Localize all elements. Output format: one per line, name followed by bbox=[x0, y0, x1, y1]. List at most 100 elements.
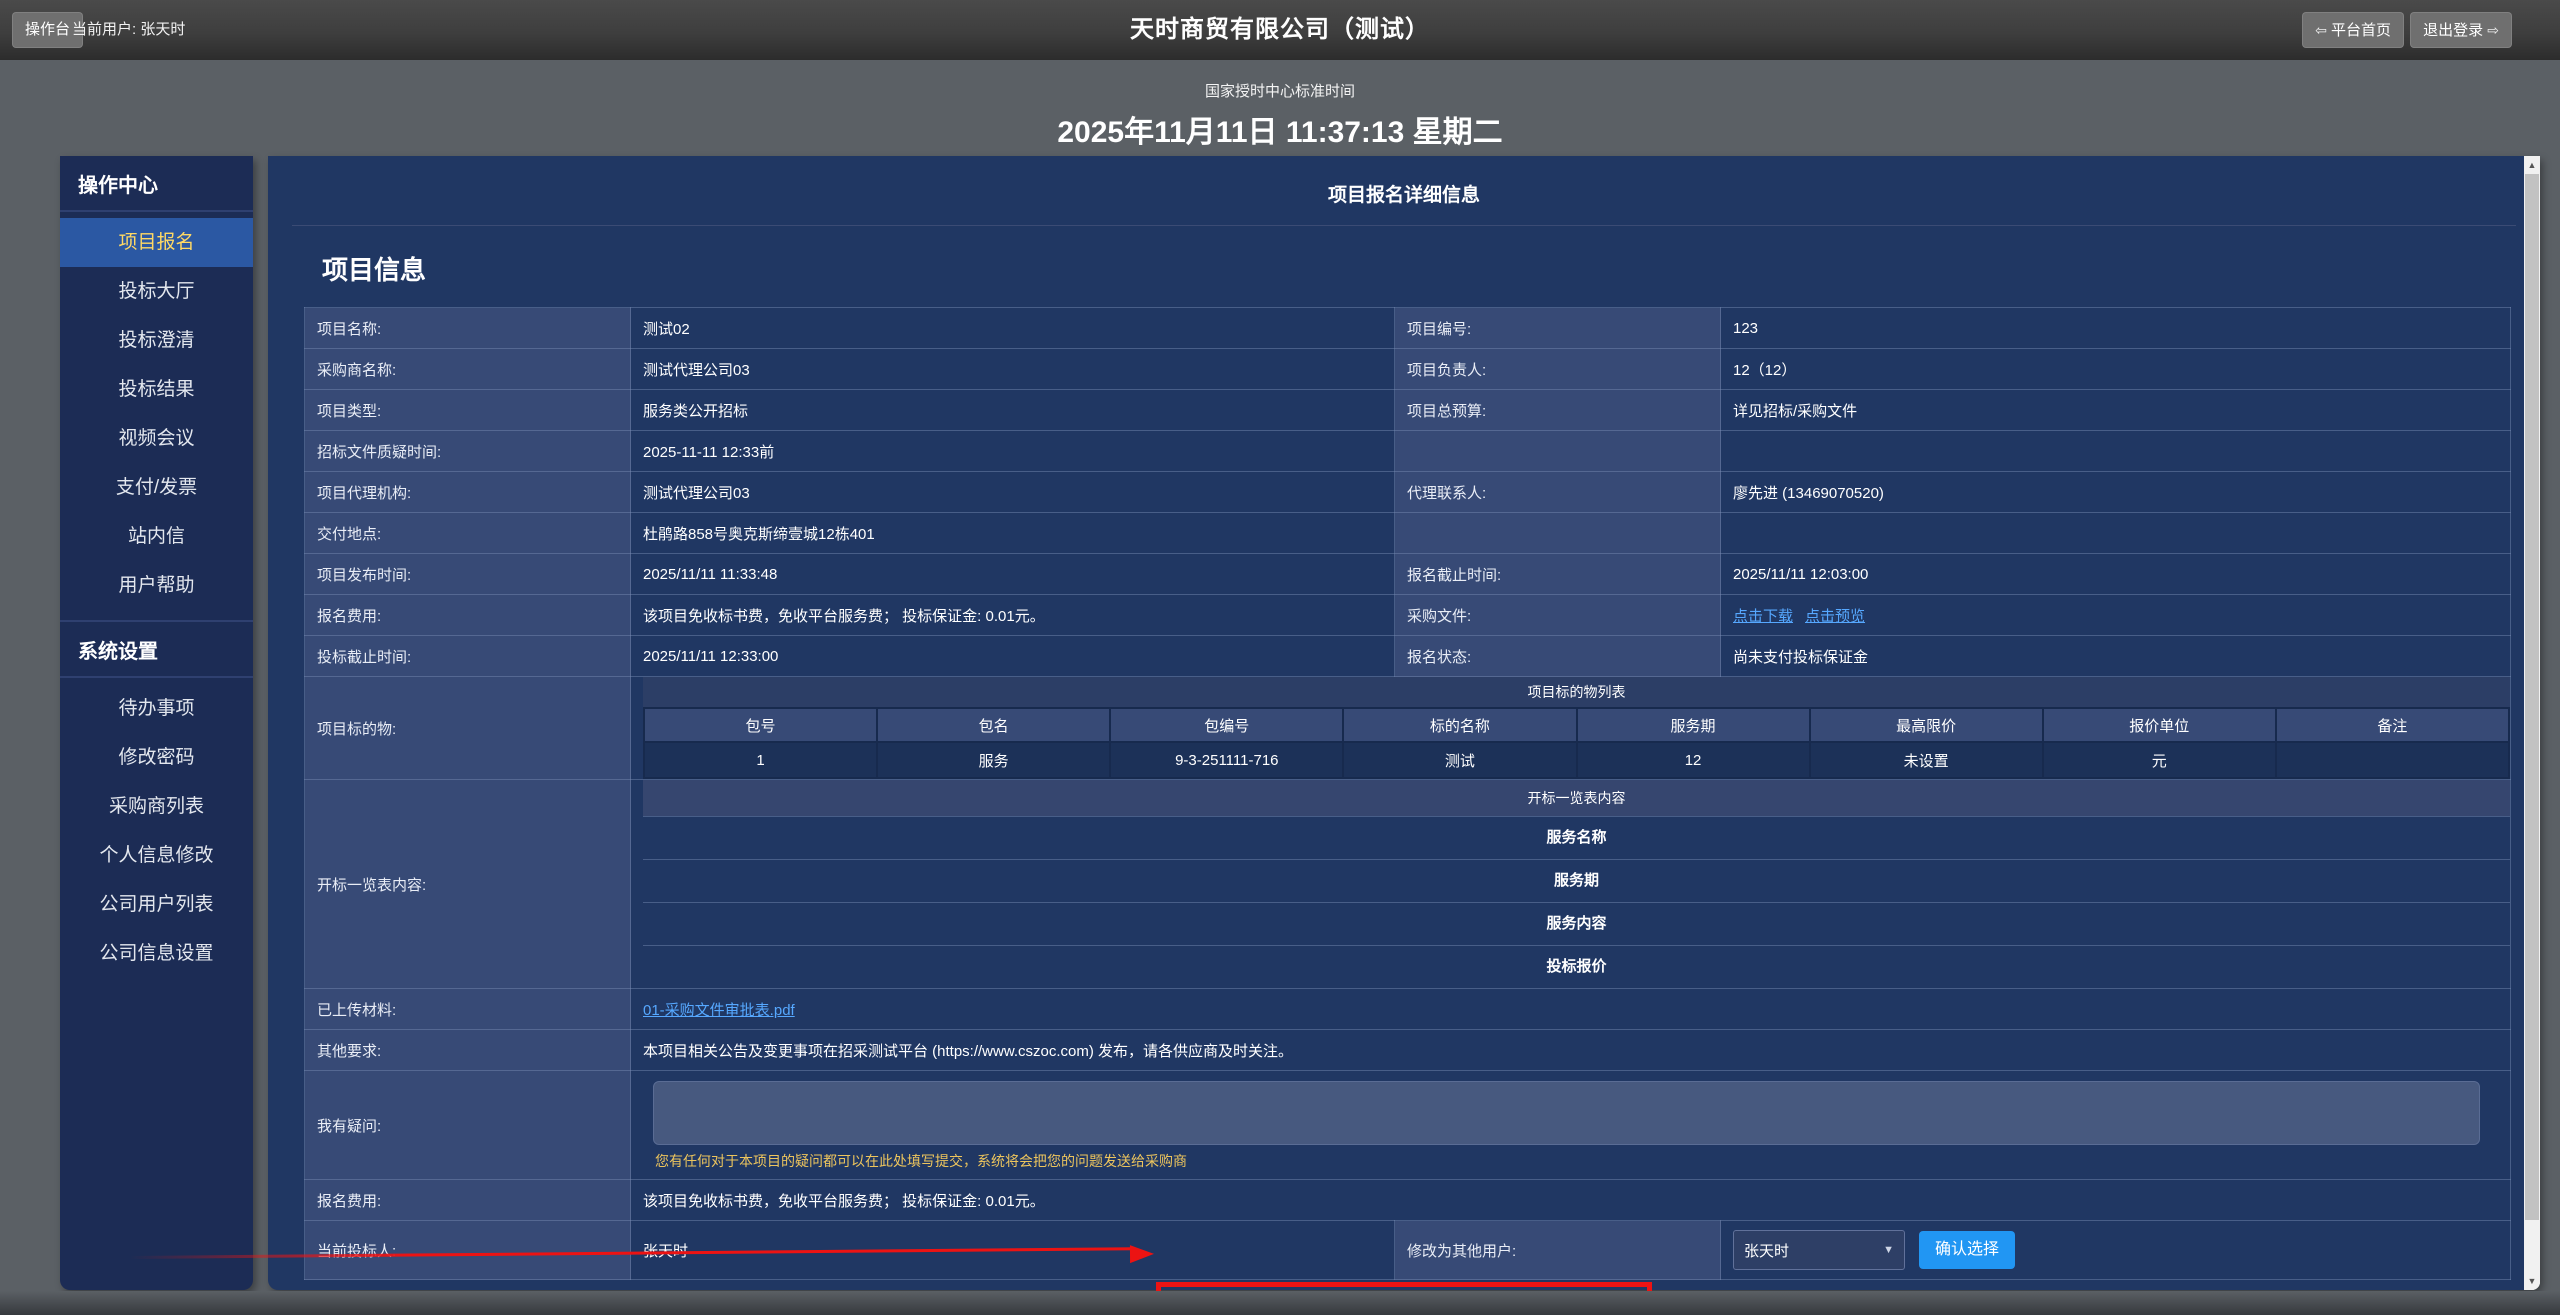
bottom-shadow bbox=[0, 1291, 2560, 1315]
field-label: 修改为其他用户: bbox=[1395, 1221, 1721, 1280]
uploaded-file-link[interactable]: 01-采购文件审批表.pdf bbox=[643, 1002, 795, 1019]
time-source-label: 国家授时中心标准时间 bbox=[0, 80, 2560, 101]
right-arrow-icon: ⇨ bbox=[2487, 22, 2499, 38]
cell-subject-name: 测试 bbox=[1343, 742, 1576, 778]
table-row: 项目类型: 服务类公开招标 项目总预算: 详见招标/采购文件 bbox=[305, 390, 2511, 431]
field-label: 投标截止时间: bbox=[305, 636, 631, 677]
subject-matter-content: 项目标的物列表 包号 包名 包编号 标的名称 服务期 最高限价 报价单位 备注 bbox=[631, 677, 2511, 780]
field-value: 详见招标/采购文件 bbox=[1721, 390, 2511, 431]
column-header: 最高限价 bbox=[1810, 708, 2043, 742]
sidebar-item-user-help[interactable]: 用户帮助 bbox=[60, 561, 253, 610]
field-label: 开标一览表内容: bbox=[305, 780, 631, 989]
subject-matter-table-title: 项目标的物列表 bbox=[643, 677, 2510, 707]
column-header: 包编号 bbox=[1110, 708, 1343, 742]
field-label: 其他要求: bbox=[305, 1030, 631, 1071]
sidebar-item-site-message[interactable]: 站内信 bbox=[60, 512, 253, 561]
sidebar-item-video-meeting[interactable]: 视频会议 bbox=[60, 414, 253, 463]
sidebar-item-company-users[interactable]: 公司用户列表 bbox=[60, 880, 253, 929]
field-label: 报名截止时间: bbox=[1395, 554, 1721, 595]
field-value: 服务类公开招标 bbox=[631, 390, 1395, 431]
current-datetime: 2025年11月11日 11:37:13 星期二 bbox=[0, 107, 2560, 151]
subject-matter-table: 包号 包名 包编号 标的名称 服务期 最高限价 报价单位 备注 1 服务 bbox=[643, 707, 2510, 779]
table-row: 报名费用: 该项目免收标书费，免收平台服务费； 投标保证金: 0.01元。 采购… bbox=[305, 595, 2511, 636]
column-header: 服务期 bbox=[1577, 708, 1810, 742]
user-select-value: 张天时 bbox=[1744, 1240, 1789, 1261]
subject-matter-data-row: 1 服务 9-3-251111-716 测试 12 未设置 元 bbox=[644, 742, 2509, 778]
scroll-down-icon[interactable]: ▼ bbox=[2524, 1272, 2540, 1290]
sidebar: 操作中心 项目报名 投标大厅 投标澄清 投标结果 视频会议 支付/发票 站内信 … bbox=[60, 156, 253, 1290]
field-label: 项目代理机构: bbox=[305, 472, 631, 513]
table-row: 项目发布时间: 2025/11/11 11:33:48 报名截止时间: 2025… bbox=[305, 554, 2511, 595]
signup-fee-repeat-value: 该项目免收标书费，免收平台服务费； 投标保证金: 0.01元。 bbox=[631, 1180, 2511, 1221]
top-bar: 操作台 当前用户: 张天时 天时商贸有限公司（测试） ⇦ 平台首页 退出登录 ⇨ bbox=[0, 0, 2560, 60]
signup-fee-value: 该项目免收标书费，免收平台服务费； 投标保证金: 0.01元。 bbox=[631, 595, 1395, 636]
field-label: 项目编号: bbox=[1395, 308, 1721, 349]
question-cell: 您有任何对于本项目的疑问都可以在此处填写提交，系统将会把您的问题发送给采购商 bbox=[631, 1071, 2511, 1180]
preview-link[interactable]: 点击预览 bbox=[1805, 608, 1865, 625]
scrollbar-thumb[interactable] bbox=[2525, 174, 2539, 1220]
cell-remark bbox=[2276, 742, 2509, 778]
field-value: 杜鹃路858号奥克斯缔壹城12栋401 bbox=[631, 513, 1395, 554]
logout-button[interactable]: 退出登录 ⇨ bbox=[2410, 12, 2512, 48]
other-requirements-value: 本项目相关公告及变更事项在招采测试平台 (https://www.cszoc.c… bbox=[631, 1030, 2511, 1071]
field-label: 项目负责人: bbox=[1395, 349, 1721, 390]
bid-opening-item: 服务名称 bbox=[643, 816, 2510, 859]
question-textarea[interactable] bbox=[653, 1081, 2480, 1145]
sidebar-item-personal-info[interactable]: 个人信息修改 bbox=[60, 831, 253, 880]
title-separator bbox=[292, 225, 2516, 226]
bid-opening-item: 服务期 bbox=[643, 859, 2510, 902]
field-value: 123 bbox=[1721, 308, 2511, 349]
field-value-empty bbox=[1721, 431, 2511, 472]
table-row: 其他要求: 本项目相关公告及变更事项在招采测试平台 (https://www.c… bbox=[305, 1030, 2511, 1071]
field-label: 采购文件: bbox=[1395, 595, 1721, 636]
question-hint: 您有任何对于本项目的疑问都可以在此处填写提交，系统将会把您的问题发送给采购商 bbox=[643, 1147, 2510, 1179]
cell-max-price: 未设置 bbox=[1810, 742, 2043, 778]
sidebar-item-change-password[interactable]: 修改密码 bbox=[60, 733, 253, 782]
platform-home-button[interactable]: ⇦ 平台首页 bbox=[2302, 12, 2404, 48]
sidebar-item-bid-clarification[interactable]: 投标澄清 bbox=[60, 316, 253, 365]
user-select[interactable]: 张天时 ▼ bbox=[1733, 1230, 1905, 1270]
table-row: 投标截止时间: 2025/11/11 12:33:00 报名状态: 尚未支付投标… bbox=[305, 636, 2511, 677]
sidebar-item-todo[interactable]: 待办事项 bbox=[60, 684, 253, 733]
sidebar-item-payment-invoice[interactable]: 支付/发票 bbox=[60, 463, 253, 512]
field-label-empty bbox=[1395, 431, 1721, 472]
field-label: 项目标的物: bbox=[305, 677, 631, 780]
page-title: 项目报名详细信息 bbox=[268, 156, 2540, 207]
sidebar-item-purchaser-list[interactable]: 采购商列表 bbox=[60, 782, 253, 831]
left-arrow-icon: ⇦ bbox=[2315, 22, 2327, 38]
field-value: 测试代理公司03 bbox=[631, 349, 1395, 390]
sidebar-section-settings: 系统设置 bbox=[60, 620, 253, 678]
scrollbar-track[interactable]: ▲ ▼ bbox=[2524, 156, 2540, 1290]
field-label: 采购商名称: bbox=[305, 349, 631, 390]
company-title: 天时商贸有限公司（测试） bbox=[0, 0, 2560, 60]
current-bidder-value: 张天时 bbox=[631, 1221, 1395, 1280]
table-row: 项目代理机构: 测试代理公司03 代理联系人: 廖先进 (13469070520… bbox=[305, 472, 2511, 513]
main-panel: 项目报名详细信息 项目信息 项目名称: 测试02 项目编号: 123 采购商名称… bbox=[268, 156, 2540, 1290]
sidebar-item-bid-hall[interactable]: 投标大厅 bbox=[60, 267, 253, 316]
confirm-select-button[interactable]: 确认选择 bbox=[1919, 1231, 2015, 1269]
field-value: 测试02 bbox=[631, 308, 1395, 349]
field-value: 2025/11/11 12:03:00 bbox=[1721, 554, 2511, 595]
field-value: 2025/11/11 11:33:48 bbox=[631, 554, 1395, 595]
chevron-down-icon: ▼ bbox=[1883, 1244, 1894, 1256]
project-info-table: 项目名称: 测试02 项目编号: 123 采购商名称: 测试代理公司03 项目负… bbox=[304, 307, 2511, 1280]
sidebar-item-bid-results[interactable]: 投标结果 bbox=[60, 365, 253, 414]
field-value: 测试代理公司03 bbox=[631, 472, 1395, 513]
subject-matter-header-row: 包号 包名 包编号 标的名称 服务期 最高限价 报价单位 备注 bbox=[644, 708, 2509, 742]
download-link[interactable]: 点击下载 bbox=[1733, 608, 1793, 625]
section-title-project-info: 项目信息 bbox=[322, 250, 2540, 287]
table-row: 项目名称: 测试02 项目编号: 123 bbox=[305, 308, 2511, 349]
field-label: 项目发布时间: bbox=[305, 554, 631, 595]
cell-package-no: 1 bbox=[644, 742, 877, 778]
field-label: 报名费用: bbox=[305, 595, 631, 636]
field-value-empty bbox=[1721, 513, 2511, 554]
bid-opening-title: 开标一览表内容 bbox=[643, 780, 2510, 816]
field-value: 2025/11/11 12:33:00 bbox=[631, 636, 1395, 677]
screen: 操作台 当前用户: 张天时 天时商贸有限公司（测试） ⇦ 平台首页 退出登录 ⇨… bbox=[0, 0, 2560, 1315]
scroll-up-icon[interactable]: ▲ bbox=[2524, 156, 2540, 174]
sidebar-item-company-settings[interactable]: 公司信息设置 bbox=[60, 929, 253, 978]
sidebar-item-project-signup[interactable]: 项目报名 bbox=[60, 218, 253, 267]
table-row: 报名费用: 该项目免收标书费，免收平台服务费； 投标保证金: 0.01元。 bbox=[305, 1180, 2511, 1221]
field-label: 招标文件质疑时间: bbox=[305, 431, 631, 472]
field-label: 项目名称: bbox=[305, 308, 631, 349]
